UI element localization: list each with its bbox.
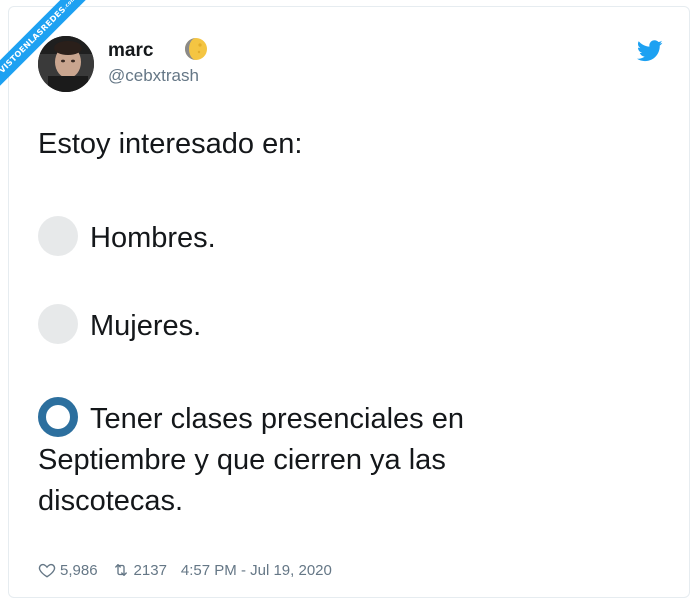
- retweet-count[interactable]: 2137: [134, 562, 167, 579]
- retweet-icon[interactable]: [112, 561, 130, 579]
- option-label: Hombres.: [90, 222, 216, 254]
- poll-option-mujeres[interactable]: Mujeres.: [38, 304, 598, 347]
- radio-unselected[interactable]: [38, 304, 78, 345]
- waning-moon-icon: [185, 38, 207, 60]
- radio-unselected[interactable]: [38, 216, 78, 257]
- option-label: Tener clases presenciales en Septiembre …: [38, 403, 464, 518]
- tweet-intro-text: Estoy interesado en:: [38, 128, 303, 160]
- tweet-screenshot: VISTOENLASREDES.com marc @cebxtrash Esto…: [0, 0, 700, 607]
- avatar-photo: [38, 36, 94, 92]
- display-name[interactable]: marc: [108, 40, 153, 62]
- avatar[interactable]: [38, 36, 94, 92]
- tweet-footer: 5,986 2137 4:57 PM - Jul 19, 2020: [38, 561, 332, 579]
- user-handle[interactable]: @cebxtrash: [108, 66, 199, 86]
- radio-selected[interactable]: [38, 397, 78, 438]
- poll-option-clases[interactable]: Tener clases presenciales en Septiembre …: [38, 397, 598, 522]
- poll-option-hombres[interactable]: Hombres.: [38, 216, 598, 259]
- heart-icon[interactable]: [38, 561, 56, 579]
- option-label: Mujeres.: [90, 310, 202, 342]
- twitter-bird-icon[interactable]: [637, 40, 663, 62]
- tweet-timestamp[interactable]: 4:57 PM - Jul 19, 2020: [181, 562, 332, 579]
- like-count[interactable]: 5,986: [60, 562, 98, 579]
